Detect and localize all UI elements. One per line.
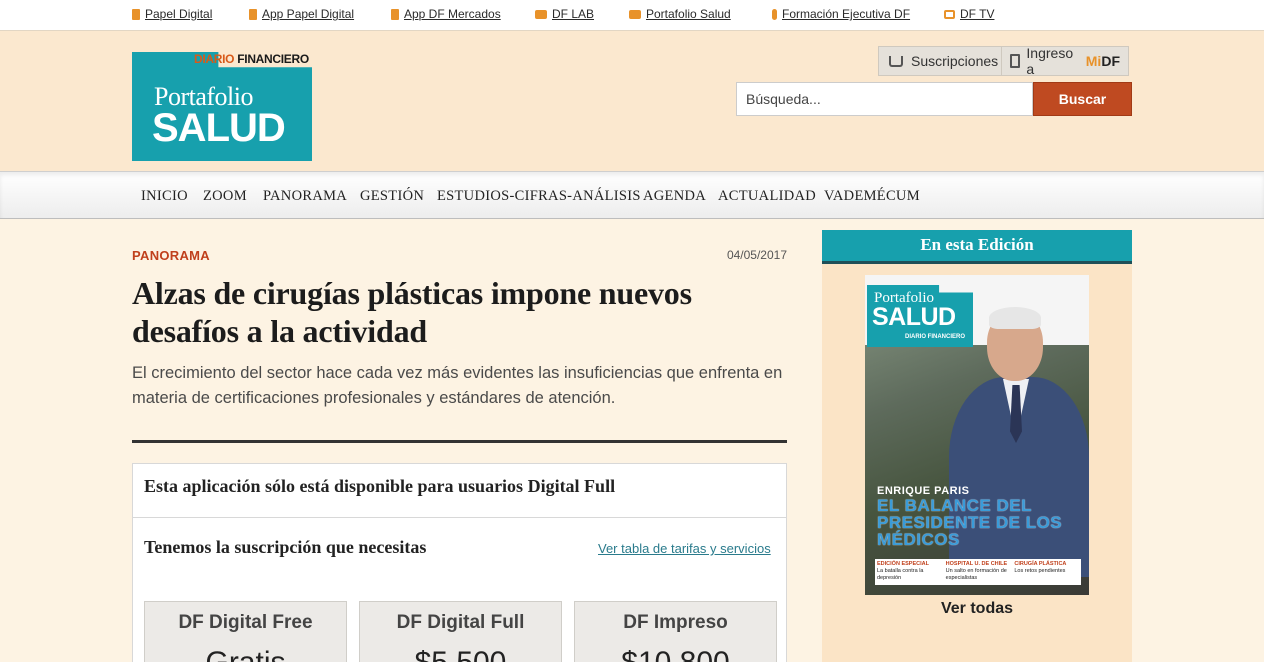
document-icon (249, 8, 257, 20)
login-midf-button[interactable]: Ingreso a MiDF (1001, 45, 1129, 77)
see-all-editions-link[interactable]: Ver todas (822, 600, 1132, 618)
plan-price: $5.500 (360, 646, 561, 662)
main-nav: INICIO ZOOM PANORAMA GESTIÓN ESTUDIOS-CI… (0, 171, 1264, 219)
microphone-icon (772, 8, 777, 20)
edition-heading: En esta Edición (822, 230, 1132, 264)
nav-item-panorama[interactable]: PANORAMA (263, 188, 347, 205)
topbar-link-papel-digital[interactable]: Papel Digital (132, 7, 212, 21)
paywall-notice-row: Esta aplicación sólo está disponible par… (133, 464, 786, 518)
plan-name: DF Impreso (623, 612, 728, 633)
subscriptions-button[interactable]: Suscripciones (878, 46, 1010, 76)
plan-name: DF Digital Full (396, 612, 525, 633)
article-divider (132, 440, 787, 443)
nav-item-inicio[interactable]: INICIO (141, 188, 188, 205)
cover-mast-line2: SALUD (872, 303, 956, 331)
logo-brand: DIARIO FINANCIERO (194, 52, 309, 66)
nav-item-zoom[interactable]: ZOOM (203, 188, 247, 205)
topbar-link-formacion-ejecutiva[interactable]: Formación Ejecutiva DF (772, 7, 910, 21)
cover-bottom-strip: EDICIÓN ESPECIAL La batalla contra la dep… (875, 559, 1081, 585)
plan-price: $10.800 (575, 646, 776, 662)
plan-card-digital-free[interactable]: DF Digital Free Gratis (144, 601, 347, 662)
topbar-link-df-tv[interactable]: DF TV (944, 7, 994, 21)
nav-item-estudios[interactable]: ESTUDIOS-CIFRAS-ANÁLISIS (437, 188, 641, 205)
cart-icon (889, 55, 903, 67)
topbar-link-app-papel-digital[interactable]: App Papel Digital (249, 7, 354, 21)
briefcase-icon (629, 9, 641, 19)
portafolio-salud-logo[interactable]: DIARIO FINANCIERO Portafolio SALUD (132, 52, 312, 161)
logo-line-salud: SALUD (152, 106, 286, 150)
article-date: 04/05/2017 (726, 248, 787, 262)
document-icon (132, 8, 140, 20)
article-subtitle: El crecimiento del sector hace cada vez … (132, 364, 783, 407)
article-section-label[interactable]: PANORAMA (132, 248, 210, 263)
document-icon (391, 8, 399, 20)
nav-item-actualidad[interactable]: ACTUALIDAD (718, 188, 816, 205)
cover-headline: EL BALANCE DEL PRESIDENTE DE LOS MÉDICOS (877, 496, 1063, 549)
topbar-link-app-df-mercados[interactable]: App DF Mercados (391, 7, 501, 21)
rates-link[interactable]: Ver tabla de tarifas y servicios (598, 541, 771, 556)
plan-name: DF Digital Free (178, 612, 313, 633)
login-icon (1010, 54, 1021, 68)
edition-sidebar: En esta Edición Portafolio SALUD DIARIO … (822, 230, 1132, 662)
tv-icon (944, 9, 955, 19)
paywall-notice: Esta aplicación sólo está disponible par… (144, 476, 616, 496)
topbar-link-portafolio-salud[interactable]: Portafolio Salud (629, 7, 731, 21)
nav-item-agenda[interactable]: AGENDA (643, 188, 706, 205)
site-header: DIARIO FINANCIERO Portafolio SALUD Suscr… (0, 31, 1264, 171)
paywall-box: Esta aplicación sólo está disponible par… (132, 463, 787, 662)
top-links-bar: Papel Digital App Papel Digital App DF M… (0, 0, 1264, 31)
nav-item-gestion[interactable]: GESTIÓN (360, 188, 424, 205)
briefcase-icon (535, 9, 547, 19)
magazine-cover[interactable]: Portafolio SALUD DIARIO FINANCIERO ENRIQ… (865, 275, 1089, 595)
plan-card-impreso[interactable]: DF Impreso $10.800 (574, 601, 777, 662)
article-title: Alzas de cirugías plásticas impone nuevo… (132, 275, 692, 349)
subscription-heading: Tenemos la suscripción que necesitas (144, 537, 427, 557)
search-input[interactable] (736, 82, 1033, 116)
plan-price: Gratis (145, 646, 346, 662)
plan-card-digital-full[interactable]: DF Digital Full $5.500 (359, 601, 562, 662)
search-button[interactable]: Buscar (1033, 82, 1132, 116)
topbar-link-df-lab[interactable]: DF LAB (535, 7, 594, 21)
nav-item-vademecum[interactable]: VADEMÉCUM (824, 188, 920, 205)
